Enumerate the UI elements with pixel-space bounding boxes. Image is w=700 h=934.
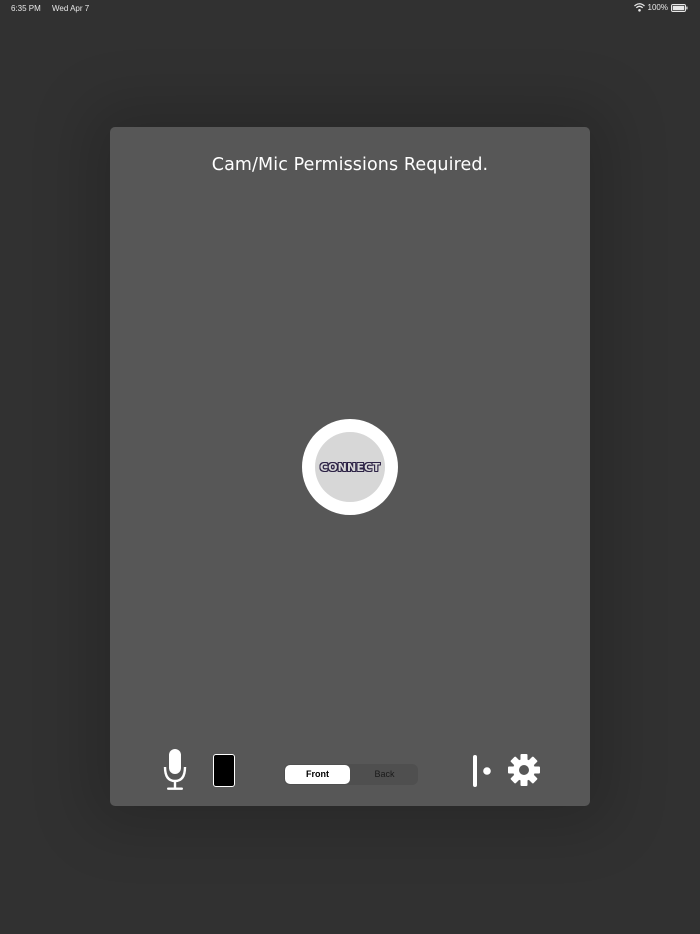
align-icon [472, 755, 494, 792]
connect-button[interactable]: CONNECT [302, 419, 398, 515]
status-date: Wed Apr 7 [52, 4, 90, 13]
camera-preview-button[interactable] [213, 754, 235, 787]
video-panel: Cam/Mic Permissions Required. CONNECT Fr… [110, 127, 590, 806]
permissions-message: Cam/Mic Permissions Required. [211, 155, 489, 175]
status-indicators: 100% [633, 3, 688, 12]
microphone-icon [162, 749, 188, 796]
status-bar: 6:35 PM Wed Apr 7 100% [0, 0, 700, 16]
segment-back[interactable]: Back [352, 765, 417, 784]
camera-selector[interactable]: Front Back [284, 764, 418, 785]
wifi-icon [633, 3, 645, 12]
status-time: 6:35 PM [11, 4, 41, 13]
battery-percent: 100% [647, 3, 668, 12]
gear-icon [507, 754, 541, 791]
connect-label: CONNECT [319, 460, 381, 474]
camera-preview-icon [213, 754, 235, 787]
segment-front[interactable]: Front [285, 765, 350, 784]
settings-button[interactable] [507, 753, 541, 787]
battery-icon [671, 3, 688, 12]
microphone-button[interactable] [162, 748, 188, 792]
connect-button-face: CONNECT [315, 432, 385, 502]
align-button[interactable] [472, 754, 494, 788]
